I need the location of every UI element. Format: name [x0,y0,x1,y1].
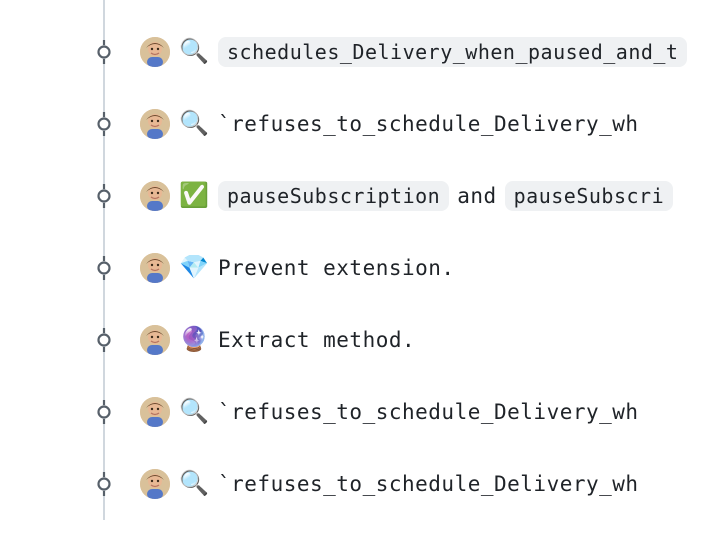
avatar[interactable] [140,181,170,211]
diamond-icon: 💎 [180,256,208,280]
magnifier-icon: 🔍 [180,40,208,64]
commit-content: 🔍 `refuses_to_schedule_Delivery_wh [140,109,639,139]
commit-text: `refuses_to_schedule_Delivery_wh [218,112,639,136]
commit-node-icon [92,184,116,208]
commit-message: `refuses_to_schedule_Delivery_wh [218,400,639,424]
code-pill: schedules_Delivery_when_paused_and_t [218,37,687,67]
commit-row[interactable]: 🔍 schedules_Delivery_when_paused_and_t [0,16,728,88]
commit-message: Prevent extension. [218,256,455,280]
commit-node-icon [92,472,116,496]
commit-content: 🔍 `refuses_to_schedule_Delivery_wh [140,469,639,499]
commit-content: 🔍 `refuses_to_schedule_Delivery_wh [140,397,639,427]
commit-row[interactable]: 🔍 `refuses_to_schedule_Delivery_wh [0,448,728,520]
commit-row[interactable]: 🔮 Extract method. [0,304,728,376]
commit-row[interactable]: 🔍 `refuses_to_schedule_Delivery_wh [0,376,728,448]
magnifier-icon: 🔍 [180,400,208,424]
commit-content: ✅ pauseSubscription and pauseSubscri [140,181,673,211]
commit-content: 🔍 schedules_Delivery_when_paused_and_t [140,37,687,67]
commit-node-icon [92,328,116,352]
crystal-ball-icon: 🔮 [180,328,208,352]
commit-text: `refuses_to_schedule_Delivery_wh [218,472,639,496]
avatar[interactable] [140,469,170,499]
commit-node-icon [92,112,116,136]
avatar[interactable] [140,397,170,427]
commit-row[interactable]: ✅ pauseSubscription and pauseSubscri [0,160,728,232]
commit-node-icon [92,256,116,280]
commit-text: `refuses_to_schedule_Delivery_wh [218,400,639,424]
commit-text: Extract method. [218,328,415,352]
commit-content: 🔮 Extract method. [140,325,415,355]
commit-message: Extract method. [218,328,415,352]
checkmark-icon: ✅ [180,184,208,208]
commit-row[interactable]: 💎 Prevent extension. [0,232,728,304]
commit-message: pauseSubscription and pauseSubscri [218,181,673,211]
magnifier-icon: 🔍 [180,472,208,496]
commit-list: 🔍 schedules_Delivery_when_paused_and_t 🔍… [0,0,728,520]
code-pill: pauseSubscription [218,181,449,211]
magnifier-icon: 🔍 [180,112,208,136]
avatar[interactable] [140,109,170,139]
avatar[interactable] [140,37,170,67]
commit-content: 💎 Prevent extension. [140,253,455,283]
commit-message: `refuses_to_schedule_Delivery_wh [218,112,639,136]
avatar[interactable] [140,253,170,283]
commit-node-icon [92,40,116,64]
avatar[interactable] [140,325,170,355]
commit-text: Prevent extension. [218,256,455,280]
joiner-text: and [457,184,496,208]
commit-message: `refuses_to_schedule_Delivery_wh [218,472,639,496]
code-pill: pauseSubscri [505,181,674,211]
commit-message: schedules_Delivery_when_paused_and_t [218,37,687,67]
commit-node-icon [92,400,116,424]
commit-row[interactable]: 🔍 `refuses_to_schedule_Delivery_wh [0,88,728,160]
